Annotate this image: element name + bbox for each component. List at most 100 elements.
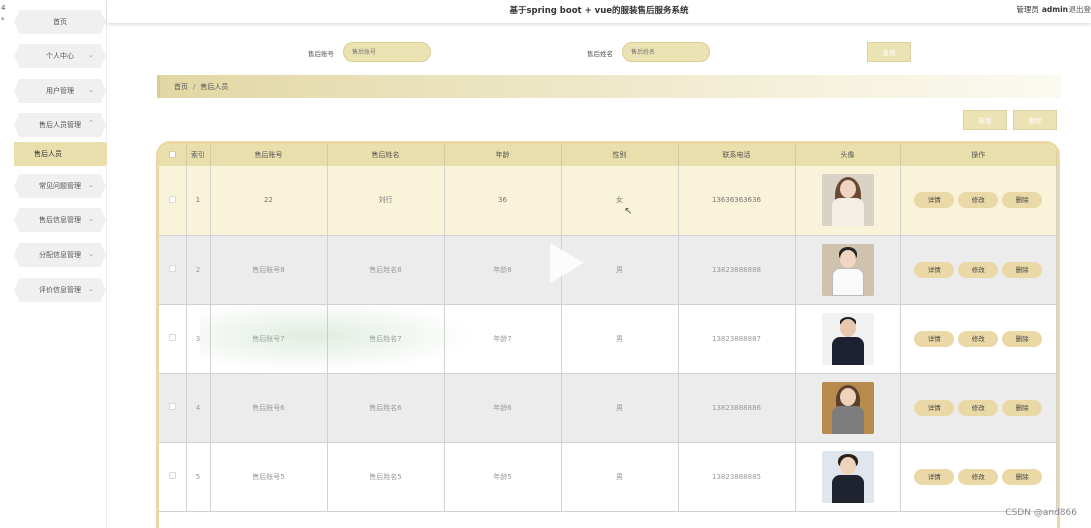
column-header: 售后账号	[210, 144, 328, 166]
edge-glyph: *	[1, 16, 5, 24]
sidebar-item-label: 首页	[53, 18, 67, 26]
query-button[interactable]: 查询	[867, 42, 911, 62]
sidebar-item-label: 分配信息管理	[39, 251, 81, 259]
detail-button[interactable]: 详情	[914, 192, 955, 209]
cell-account: 售后账号7	[210, 304, 328, 374]
cell-avatar	[795, 235, 901, 305]
sidebar-item-user-management[interactable]: 用户管理 ⌄	[14, 79, 106, 103]
add-button[interactable]: 新增	[963, 110, 1007, 130]
sidebar-item-home[interactable]: 首页	[14, 10, 106, 34]
cell-account: 售后账号8	[210, 235, 328, 305]
sidebar-item-label: 个人中心	[46, 52, 74, 60]
column-header: 操作	[900, 144, 1057, 166]
row-checkbox[interactable]	[159, 166, 187, 236]
cell-avatar	[795, 304, 901, 374]
sidebar-item-label: 评价信息管理	[39, 286, 81, 294]
cell-account: 售后账号5	[210, 442, 328, 512]
cell-index: 1	[186, 166, 211, 236]
cell-index: 2	[186, 235, 211, 305]
delete-button[interactable]: 删除	[1002, 330, 1043, 347]
select-all-checkbox[interactable]	[159, 144, 187, 166]
breadcrumb-home[interactable]: 首页	[174, 82, 188, 92]
batch-delete-button[interactable]: 删除	[1013, 110, 1057, 130]
sidebar-item-staff[interactable]: 售后人员	[14, 142, 107, 166]
table-row[interactable]: 5 售后账号5 售后姓名5 年龄5 男 13823888885 详情 修改 删除	[159, 442, 1057, 512]
table-row[interactable]: 2 售后账号8 售后姓名8 年龄8 男 13823888888 详情 修改 删除	[159, 235, 1057, 305]
user-info: 管理员 admin	[1016, 4, 1071, 15]
app-title: 基于spring boot + vue的服装售后服务系统	[509, 6, 689, 16]
cell-phone: 13823888888	[678, 235, 796, 305]
sidebar-item-faq-management[interactable]: 常见问题管理 ⌄	[14, 174, 106, 198]
row-checkbox[interactable]	[159, 373, 187, 443]
account-search-label: 售后账号	[308, 50, 334, 58]
sidebar-item-assignment-management[interactable]: 分配信息管理 ⌄	[14, 243, 106, 267]
breadcrumb-separator: /	[193, 82, 196, 91]
mouse-cursor-icon: ↖	[624, 206, 633, 217]
delete-button[interactable]: 删除	[1002, 192, 1043, 209]
cell-actions: 详情 修改 删除	[900, 235, 1057, 305]
avatar	[821, 381, 874, 434]
sidebar-item-label: 用户管理	[46, 87, 74, 95]
name-search-input[interactable]	[622, 42, 710, 62]
cell-name: 售后姓名7	[327, 304, 445, 374]
cell-phone: 13823888887	[678, 304, 796, 374]
cell-phone: 13823888886	[678, 373, 796, 443]
logout-link[interactable]: 退出登	[1069, 4, 1091, 15]
cell-gender: 男	[561, 373, 679, 443]
edit-button[interactable]: 修改	[958, 468, 999, 485]
chevron-down-icon: ⌄	[88, 51, 94, 59]
name-search-label: 售后姓名	[587, 50, 613, 58]
cell-phone: 13823888885	[678, 442, 796, 512]
chevron-down-icon: ⌄	[88, 250, 94, 258]
sidebar-item-review-management[interactable]: 评价信息管理 ⌄	[14, 278, 106, 302]
delete-button[interactable]: 删除	[1002, 468, 1043, 485]
sidebar-item-service-info-management[interactable]: 售后信息管理 ⌄	[14, 208, 106, 232]
delete-button[interactable]: 删除	[1002, 261, 1043, 278]
sidebar-item-label: 售后信息管理	[39, 216, 81, 224]
sidebar-item-label: 售后人员	[34, 150, 62, 158]
detail-button[interactable]: 详情	[914, 261, 955, 278]
edge-glyph: 4	[1, 4, 6, 12]
detail-button[interactable]: 详情	[914, 330, 955, 347]
column-header: 售后姓名	[327, 144, 445, 166]
chevron-up-icon: ⌃	[88, 119, 94, 127]
sidebar-item-staff-management[interactable]: 售后人员管理 ⌃	[14, 113, 106, 137]
edit-button[interactable]: 修改	[958, 261, 999, 278]
cell-name: 售后姓名8	[327, 235, 445, 305]
column-header: 头像	[795, 144, 901, 166]
delete-button[interactable]: 删除	[1002, 399, 1043, 416]
avatar	[821, 243, 874, 296]
cell-name: 刘行	[327, 166, 445, 236]
cell-index: 3	[186, 304, 211, 374]
column-header: 联系电话	[678, 144, 796, 166]
user-role: 管理员	[1016, 5, 1039, 14]
edit-button[interactable]: 修改	[958, 192, 999, 209]
table-row[interactable]: 1 22 刘行 36 女 13636363636 详情 修改 删除	[159, 166, 1057, 236]
table-row[interactable]: 4 售后账号6 售后姓名6 年龄6 男 13823888886 详情 修改 删除	[159, 373, 1057, 443]
edit-button[interactable]: 修改	[958, 330, 999, 347]
detail-button[interactable]: 详情	[914, 399, 955, 416]
play-icon	[550, 243, 584, 283]
watermark: CSDN @and866	[1005, 508, 1077, 518]
cell-avatar	[795, 373, 901, 443]
cell-account: 售后账号6	[210, 373, 328, 443]
table-row[interactable]: 3 售后账号7 售后姓名7 年龄7 男 13823888887 详情 修改 删除	[159, 304, 1057, 374]
cell-gender: 女	[561, 166, 679, 236]
sidebar: 4 * 首页 个人中心 ⌄ 用户管理 ⌄ 售后人员管理 ⌃ 售后人员 常见问题管…	[0, 0, 107, 528]
account-search-input[interactable]	[343, 42, 431, 62]
cell-actions: 详情 修改 删除	[900, 373, 1057, 443]
avatar	[821, 312, 874, 365]
cell-avatar	[795, 442, 901, 512]
row-checkbox[interactable]	[159, 442, 187, 512]
row-checkbox[interactable]	[159, 235, 187, 305]
cell-actions: 详情 修改 删除	[900, 304, 1057, 374]
sidebar-item-personal-center[interactable]: 个人中心 ⌄	[14, 44, 106, 68]
row-checkbox[interactable]	[159, 304, 187, 374]
edit-button[interactable]: 修改	[958, 399, 999, 416]
detail-button[interactable]: 详情	[914, 468, 955, 485]
top-header: 基于spring boot + vue的服装售后服务系统 管理员 admin 退出…	[107, 0, 1091, 23]
username: admin	[1041, 5, 1068, 14]
table-header-row: 索引 售后账号 售后姓名 年龄 性别 联系电话 头像 操作	[159, 144, 1057, 166]
breadcrumb: 首页 / 售后人员	[157, 75, 1061, 98]
cell-name: 售后姓名6	[327, 373, 445, 443]
